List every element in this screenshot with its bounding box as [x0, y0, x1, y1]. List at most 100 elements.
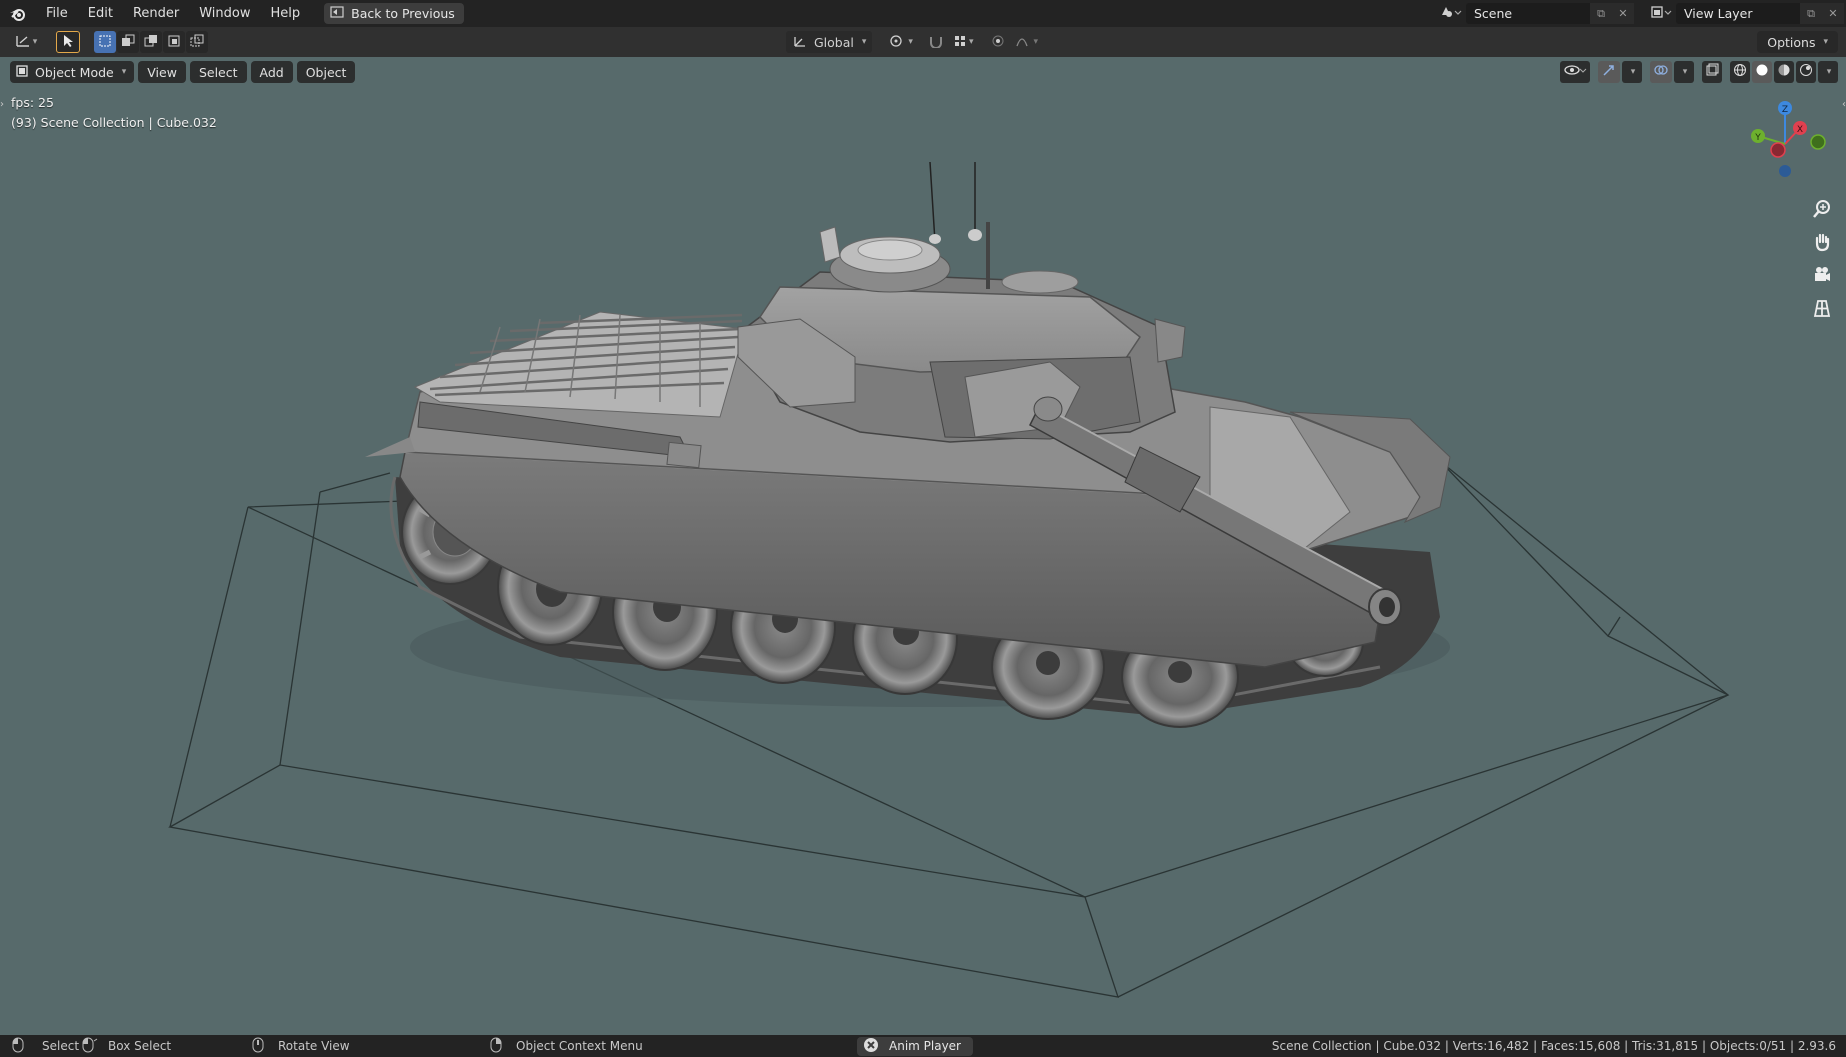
scene-icon: [1440, 5, 1462, 23]
view-layer-name-field[interactable]: View Layer: [1676, 3, 1800, 24]
turret: [737, 161, 1186, 443]
pan-button[interactable]: [1808, 230, 1836, 258]
proportional-falloff-dropdown[interactable]: ▾: [1013, 31, 1040, 53]
close-icon: ✕: [1828, 7, 1838, 20]
chevron-down-icon: ▾: [121, 67, 127, 77]
box-intersect-icon: [190, 34, 204, 51]
back-to-previous-button[interactable]: Back to Previous: [324, 3, 464, 24]
select-tool-icon: [62, 34, 74, 51]
shading-rendered-icon: [1799, 63, 1813, 81]
3d-viewport[interactable]: Object Mode ▾ View Select Add Object fps…: [0, 57, 1846, 1035]
snap-target-dropdown[interactable]: ▾: [951, 31, 976, 53]
mouse-middle-icon: [252, 1037, 264, 1056]
gizmo-neg-z: [1779, 165, 1791, 177]
shading-rendered-button[interactable]: [1796, 61, 1816, 83]
copy-icon: ⧉: [1807, 6, 1815, 20]
ortho-toggle-button[interactable]: [1808, 296, 1836, 324]
falloff-icon: [1015, 34, 1031, 51]
box-invert-icon: [167, 34, 181, 51]
xray-icon: [1705, 63, 1719, 81]
sidebar-expand-icon[interactable]: ‹: [1842, 99, 1846, 110]
menu-render[interactable]: Render: [123, 0, 189, 27]
gizmo-icon: [1601, 63, 1617, 81]
xray-toggle[interactable]: [1702, 61, 1722, 83]
fps-readout: fps: 25: [11, 95, 54, 110]
chevron-down-icon: ▾: [1682, 67, 1688, 77]
scene-statistics: Scene Collection | Cube.032 | Verts:16,4…: [1271, 1039, 1836, 1053]
copy-icon: ⧉: [1597, 6, 1605, 20]
mode-extend-button[interactable]: [117, 31, 139, 53]
view-menu[interactable]: View: [138, 61, 186, 83]
box-new-icon: [98, 34, 112, 51]
cancel-icon[interactable]: [863, 1037, 879, 1056]
editor-type-icon: [15, 34, 31, 51]
engine-grille: [413, 311, 746, 418]
collection-readout: (93) Scene Collection | Cube.032: [11, 115, 217, 130]
status-rotate-view-label: Rotate View: [278, 1039, 350, 1053]
select-menu[interactable]: Select: [189, 61, 247, 83]
overlay-icon: [1653, 63, 1669, 81]
object-menu[interactable]: Object: [296, 61, 356, 83]
shading-dropdown[interactable]: ▾: [1818, 61, 1838, 83]
add-menu[interactable]: Add: [250, 61, 293, 83]
new-scene-button[interactable]: ⧉: [1590, 3, 1612, 24]
svg-text:X: X: [1797, 125, 1803, 135]
transform-orientation-label: Global: [814, 34, 854, 50]
menu-help[interactable]: Help: [261, 0, 311, 27]
viewport-shading-header: ▾ ▾ ▾: [1560, 61, 1838, 83]
menu-window[interactable]: Window: [189, 0, 260, 27]
viewport-header: Object Mode ▾ View Select Add Object: [10, 61, 356, 83]
scene-name-field[interactable]: Scene: [1466, 3, 1590, 24]
snap-toggle[interactable]: [925, 31, 947, 53]
mode-subtract-button[interactable]: [140, 31, 162, 53]
mouse-right-icon: [490, 1037, 502, 1056]
overlay-toggle[interactable]: [1650, 61, 1672, 83]
scene-selector-button[interactable]: [1436, 3, 1466, 24]
pivot-icon: [888, 34, 906, 51]
svg-text:Z: Z: [1782, 105, 1788, 115]
status-select-label: Select: [42, 1039, 80, 1053]
mode-intersect-button[interactable]: [186, 31, 208, 53]
anim-player-job[interactable]: Anim Player: [857, 1036, 973, 1056]
status-context-menu: Object Context Menu: [490, 1035, 643, 1057]
editor-type-button[interactable]: ▾: [10, 31, 42, 53]
remove-view-layer-button[interactable]: ✕: [1822, 3, 1844, 24]
pivot-point-dropdown[interactable]: ▾: [884, 31, 917, 53]
toolbar-expand-icon[interactable]: ›: [0, 99, 4, 110]
gizmo-neg-x: [1770, 142, 1786, 158]
select-tool-button[interactable]: [56, 31, 80, 53]
navigation-gizmo[interactable]: Z X Y: [1740, 94, 1830, 184]
shading-solid-button[interactable]: [1752, 61, 1772, 83]
mouse-left-icon: [12, 1037, 24, 1056]
zoom-button[interactable]: [1808, 197, 1836, 225]
status-bar: Select Box Select Rotate View Object Con…: [0, 1035, 1846, 1057]
gizmo-toggle[interactable]: [1598, 61, 1620, 83]
zoom-icon: [1812, 199, 1832, 223]
back-icon: [330, 6, 344, 21]
shading-wireframe-button[interactable]: [1730, 61, 1750, 83]
grid-icon: [1812, 298, 1832, 322]
menu-file[interactable]: File: [36, 0, 78, 27]
transform-icon: [792, 34, 808, 51]
options-dropdown[interactable]: Options ▾: [1757, 31, 1838, 53]
visibility-dropdown[interactable]: [1560, 61, 1590, 83]
transform-orientation-dropdown[interactable]: Global ▾: [786, 31, 873, 53]
blender-logo-icon[interactable]: [0, 0, 36, 27]
box-subtract-icon: [144, 34, 158, 51]
overlay-dropdown[interactable]: ▾: [1674, 61, 1694, 83]
remove-scene-button[interactable]: ✕: [1612, 3, 1634, 24]
proportional-editing-toggle[interactable]: [987, 31, 1009, 53]
anim-player-label: Anim Player: [889, 1039, 961, 1053]
status-select: Select: [12, 1035, 79, 1057]
shading-material-button[interactable]: [1774, 61, 1794, 83]
new-view-layer-button[interactable]: ⧉: [1800, 3, 1822, 24]
object-mode-dropdown[interactable]: Object Mode ▾: [10, 61, 135, 83]
view-layer-selector-button[interactable]: [1646, 3, 1676, 24]
camera-view-button[interactable]: [1808, 263, 1836, 291]
status-box-select: Box Select: [82, 1035, 171, 1057]
mode-invert-button[interactable]: [163, 31, 185, 53]
chevron-down-icon: ▾: [1823, 37, 1828, 47]
menu-edit[interactable]: Edit: [78, 0, 123, 27]
mode-new-button[interactable]: [94, 31, 116, 53]
gizmo-dropdown[interactable]: ▾: [1622, 61, 1642, 83]
